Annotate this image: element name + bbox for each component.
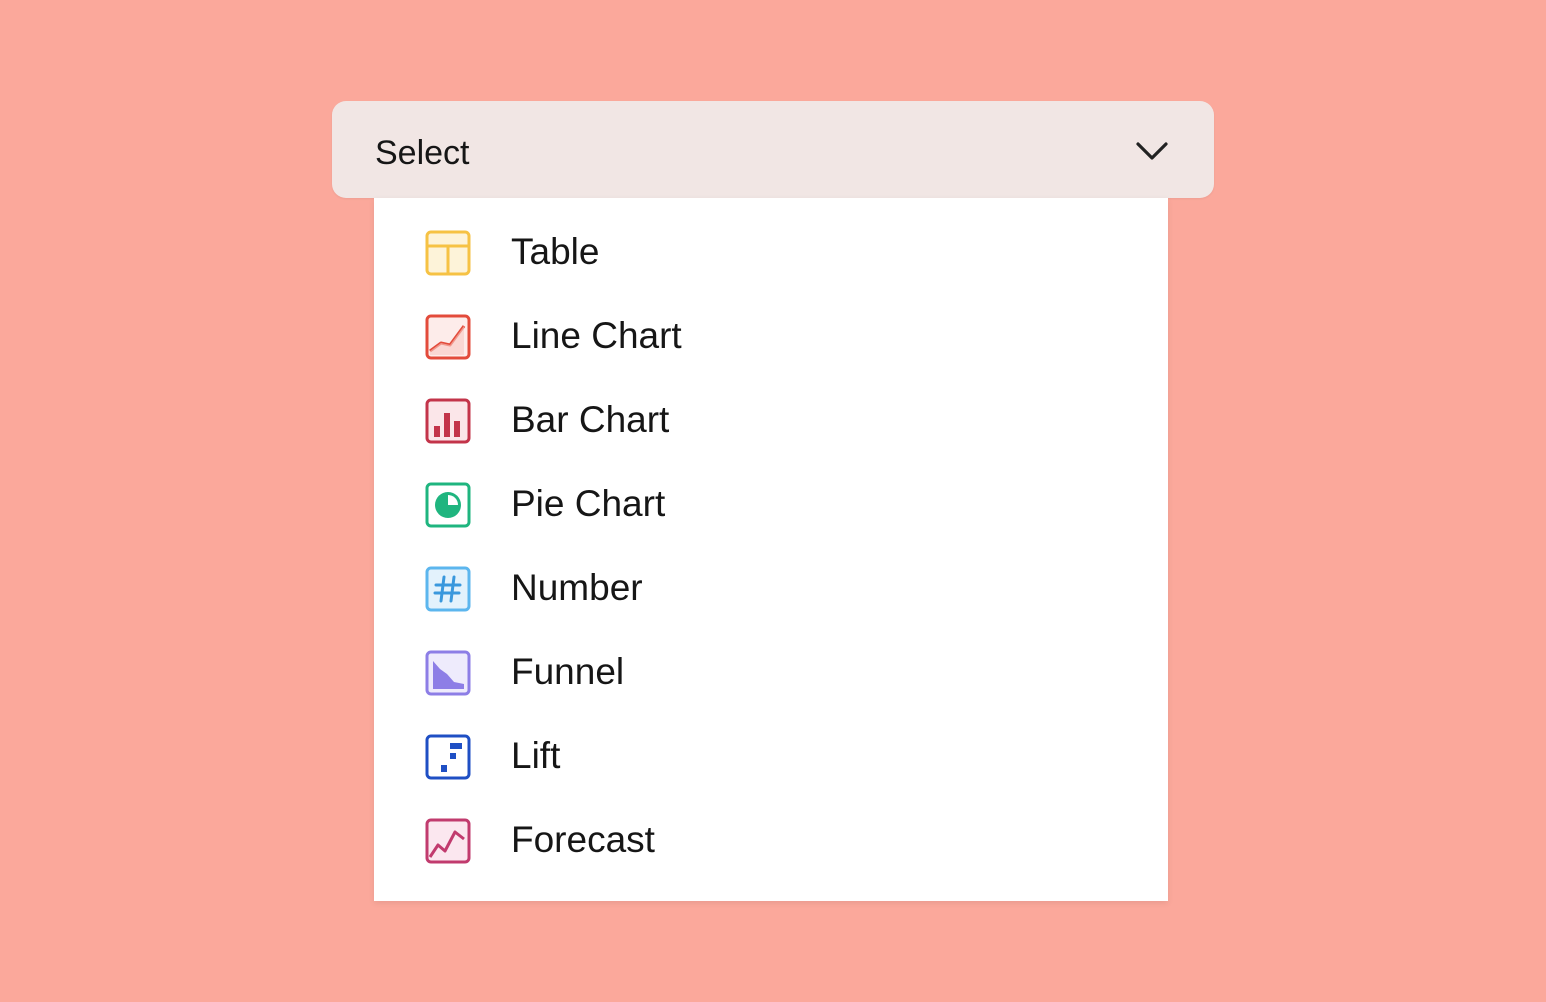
forecast-icon bbox=[424, 817, 472, 865]
select-dropdown[interactable]: Select bbox=[332, 101, 1214, 198]
funnel-icon bbox=[424, 649, 472, 697]
chevron-down-icon[interactable] bbox=[1132, 134, 1172, 166]
option-forecast[interactable]: Forecast bbox=[374, 800, 1168, 884]
line-chart-icon bbox=[424, 313, 472, 361]
option-label: Forecast bbox=[511, 819, 655, 860]
hash-icon bbox=[424, 565, 472, 613]
option-label: Table bbox=[511, 231, 600, 272]
option-label: Funnel bbox=[511, 651, 625, 692]
pie-chart-icon bbox=[424, 481, 472, 529]
lift-icon bbox=[424, 733, 472, 781]
option-label: Bar Chart bbox=[511, 399, 670, 440]
option-line-chart[interactable]: Line Chart bbox=[374, 296, 1168, 380]
option-label: Number bbox=[511, 567, 643, 608]
option-table[interactable]: Table bbox=[374, 212, 1168, 296]
option-bar-chart[interactable]: Bar Chart bbox=[374, 380, 1168, 464]
option-number[interactable]: Number bbox=[374, 548, 1168, 632]
option-label: Pie Chart bbox=[511, 483, 666, 524]
select-label: Select bbox=[375, 134, 470, 172]
option-pie-chart[interactable]: Pie Chart bbox=[374, 464, 1168, 548]
bar-chart-icon bbox=[424, 397, 472, 445]
dropdown-menu: Table Line Chart Bar Chart Pie Chart Num… bbox=[374, 198, 1168, 901]
option-funnel[interactable]: Funnel bbox=[374, 632, 1168, 716]
table-icon bbox=[424, 229, 472, 277]
option-label: Line Chart bbox=[511, 315, 682, 356]
option-label: Lift bbox=[511, 735, 561, 776]
option-lift[interactable]: Lift bbox=[374, 716, 1168, 800]
